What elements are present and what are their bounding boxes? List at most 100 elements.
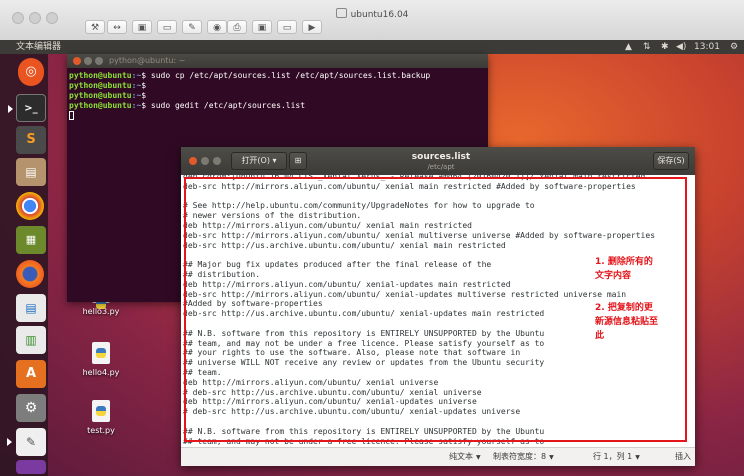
terminal-line: python@ubuntu:~$ sudo gedit /etc/apt/sou…: [69, 101, 486, 111]
editor-line[interactable]: [183, 192, 655, 202]
new-tab-button[interactable]: ⊞: [289, 152, 307, 170]
gear-icon[interactable]: ⚙: [730, 40, 738, 54]
editor-line[interactable]: deb http://mirrors.aliyun.com/ubuntu/ xe…: [183, 280, 655, 290]
editor-line[interactable]: deb-src http://mirrors.aliyun.com/ubuntu…: [183, 182, 655, 192]
editor-line[interactable]: [183, 250, 655, 260]
launcher-stack[interactable]: ▦: [16, 226, 46, 254]
gedit-headerbar[interactable]: 打开(O) ▾ ⊞ sources.list /etc/apt 保存(S): [181, 147, 695, 175]
editor-line[interactable]: # deb-src http://us.archive.ubuntu.com/u…: [183, 407, 655, 417]
play-button[interactable]: ▶: [302, 20, 322, 34]
launcher-files[interactable]: ▤: [16, 158, 46, 186]
minimize-icon[interactable]: [201, 157, 209, 165]
chevron-down-icon: ▼: [549, 454, 554, 461]
launcher-chrome[interactable]: [16, 192, 44, 220]
editor-line[interactable]: #Added by software-properties: [183, 299, 655, 309]
text-editor-area[interactable]: deb cdrom:[Ubuntu 16.04 LTS _Xenial Xeru…: [181, 175, 695, 447]
folder-button[interactable]: ▭: [277, 20, 297, 34]
python-file-icon: [92, 400, 110, 422]
editor-line[interactable]: # deb-src http://us.archive.ubuntu.com/u…: [183, 388, 655, 398]
terminal-output[interactable]: python@ubuntu:~$ sudo cp /etc/apt/source…: [67, 68, 488, 125]
insert-mode[interactable]: 插入: [675, 448, 691, 466]
image-button[interactable]: ▣: [132, 20, 152, 34]
close-icon[interactable]: [189, 157, 197, 165]
keyboard-icon[interactable]: ⇅: [643, 40, 651, 54]
editor-line[interactable]: ## N.B. software from this repository is…: [183, 427, 655, 437]
chevron-down-icon: ▼: [635, 454, 640, 461]
editor-line[interactable]: [183, 319, 655, 329]
prompt-path: :~: [131, 91, 142, 100]
language-label: 纯文本: [449, 452, 473, 461]
vm-title-text: ubuntu16.04: [350, 10, 409, 20]
unity-launcher: ◎ >_ S ▤ ▦ ▤ ▥ A ⚙ ✎: [0, 54, 48, 476]
editor-text[interactable]: deb cdrom:[Ubuntu 16.04 LTS _Xenial Xeru…: [183, 175, 655, 446]
desktop-file-test[interactable]: test.py: [66, 400, 136, 435]
bluetooth-icon[interactable]: ✱: [661, 40, 669, 54]
save-button[interactable]: 保存(S): [653, 152, 689, 170]
launcher-libreoffice-impress[interactable]: ▥: [16, 326, 46, 354]
desktop-file-hello4[interactable]: hello4.py: [66, 342, 136, 377]
maximize-icon[interactable]: [213, 157, 221, 165]
close-icon[interactable]: [73, 57, 81, 65]
printer-icon: ⎙: [233, 23, 241, 33]
tab-width-label: 制表符宽度：8: [493, 452, 547, 461]
launcher-workspaces[interactable]: [16, 460, 46, 474]
editor-line[interactable]: [183, 417, 655, 427]
editor-line[interactable]: ## Major bug fix updates produced after …: [183, 260, 655, 270]
file-label: test.py: [87, 426, 115, 435]
minimize-icon[interactable]: [84, 57, 92, 65]
launcher-terminal[interactable]: >_: [8, 94, 46, 122]
volume-icon[interactable]: ◀): [676, 40, 686, 54]
launcher-firefox[interactable]: [16, 260, 44, 288]
launcher-software-center[interactable]: A: [16, 360, 46, 388]
panel-clock[interactable]: 13:01: [694, 40, 720, 54]
editor-line[interactable]: deb http://mirrors.aliyun.com/ubuntu/ xe…: [183, 221, 655, 231]
terminal-line: python@ubuntu:~$: [69, 81, 486, 91]
editor-line[interactable]: ## team, and may not be under a free lic…: [183, 437, 655, 447]
pen-button[interactable]: ✎: [182, 20, 202, 34]
editor-line[interactable]: # newer versions of the distribution.: [183, 211, 655, 221]
save-icon: ▣: [257, 23, 267, 33]
editor-line[interactable]: deb cdrom:[Ubuntu 16.04 LTS _Xenial Xeru…: [183, 175, 655, 182]
editor-line[interactable]: deb-src http://us.archive.ubuntu.com/ubu…: [183, 309, 655, 319]
terminal-titlebar[interactable]: python@ubuntu: ~: [67, 54, 488, 68]
arrows-button[interactable]: ↔: [107, 20, 127, 34]
image-icon: ▣: [137, 23, 147, 33]
command-text: $: [141, 91, 147, 100]
annotation-step-1: 1. 删除所有的 文字内容: [595, 255, 675, 283]
maximize-icon[interactable]: [95, 57, 103, 65]
launcher-ubuntu-logo[interactable]: ◎: [18, 58, 44, 86]
tab-width-selector[interactable]: 制表符宽度：8 ▼: [493, 448, 554, 467]
editor-line[interactable]: deb-src http://us.archive.ubuntu.com/ubu…: [183, 241, 655, 251]
open-label: 打开(O): [241, 156, 270, 165]
editor-line[interactable]: deb http://mirrors.aliyun.com/ubuntu/ xe…: [183, 378, 655, 388]
launcher-gedit[interactable]: ✎: [7, 428, 46, 456]
cursor-position[interactable]: 行 1，列 1 ▼: [593, 448, 640, 467]
printer-button[interactable]: ⎙: [227, 20, 247, 34]
language-selector[interactable]: 纯文本 ▼: [449, 448, 481, 467]
open-button[interactable]: 打开(O) ▾: [231, 152, 287, 170]
launcher-settings[interactable]: ⚙: [16, 394, 46, 422]
editor-line[interactable]: # See http://help.ubuntu.com/community/U…: [183, 201, 655, 211]
updates-icon[interactable]: ▲: [625, 40, 632, 54]
launcher-sublime-text[interactable]: S: [16, 126, 46, 154]
editor-line[interactable]: ## team, and may not be under a free lic…: [183, 339, 655, 349]
disk-button[interactable]: ▭: [157, 20, 177, 34]
gedit-window[interactable]: 打开(O) ▾ ⊞ sources.list /etc/apt 保存(S) de…: [181, 147, 695, 467]
terminal-line: python@ubuntu:~$ sudo cp /etc/apt/source…: [69, 71, 486, 81]
wrench-icon: ⚒: [90, 23, 100, 33]
save-button[interactable]: ▣: [252, 20, 272, 34]
cd-button[interactable]: ◉: [207, 20, 227, 34]
launcher-libreoffice-writer[interactable]: ▤: [16, 294, 46, 322]
editor-line[interactable]: ## your rights to use the software. Also…: [183, 348, 655, 358]
prompt-user: python@ubuntu: [69, 81, 132, 90]
editor-line[interactable]: deb-src http://mirrors.aliyun.com/ubuntu…: [183, 231, 655, 241]
editor-line[interactable]: deb http://mirrors.aliyun.com/ubuntu/ xe…: [183, 397, 655, 407]
editor-line[interactable]: ## team.: [183, 368, 655, 378]
wrench-button[interactable]: ⚒: [85, 20, 105, 34]
annotation-line: 此: [595, 331, 605, 341]
editor-line[interactable]: deb-src http://mirrors.aliyun.com/ubuntu…: [183, 290, 655, 300]
annotation-line: 文字内容: [595, 271, 632, 281]
editor-line[interactable]: ## N.B. software from this repository is…: [183, 329, 655, 339]
editor-line[interactable]: ## universe WILL NOT receive any review …: [183, 358, 655, 368]
editor-line[interactable]: ## distribution.: [183, 270, 655, 280]
